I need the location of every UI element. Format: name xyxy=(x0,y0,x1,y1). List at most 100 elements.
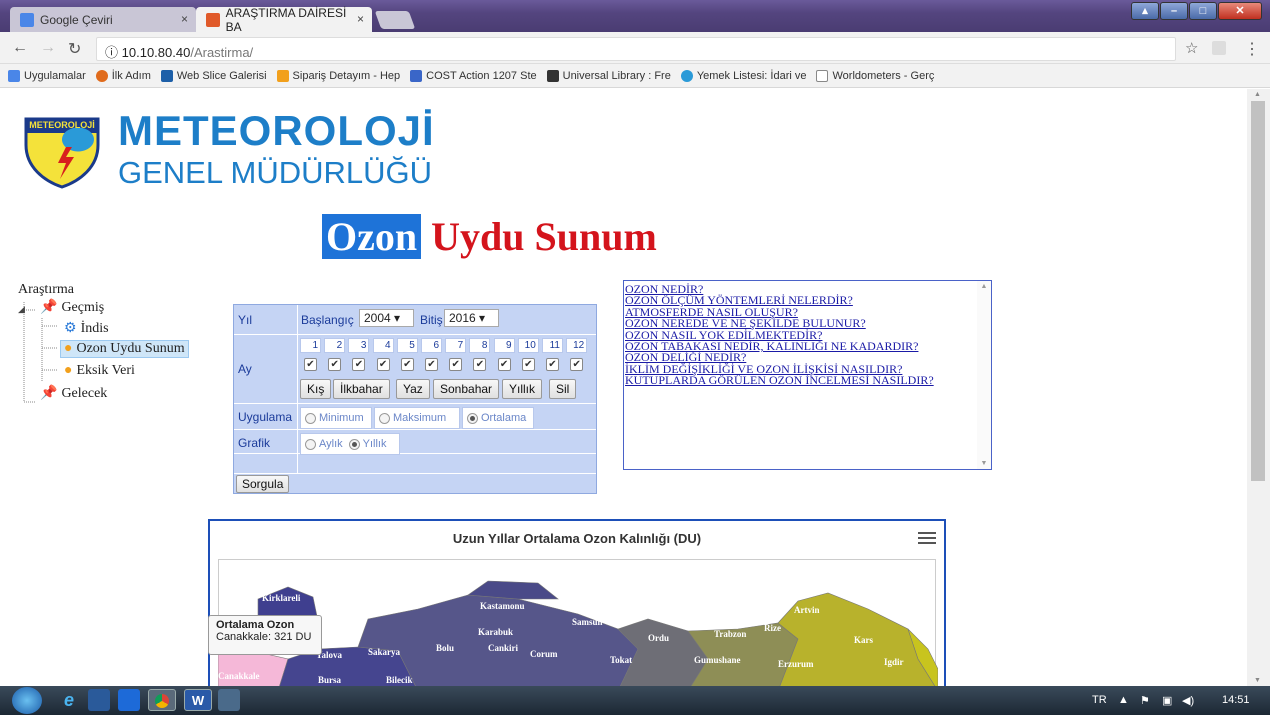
tree-item-gelecek[interactable]: 📌 Gelecek xyxy=(40,385,107,402)
close-window-button[interactable]: ✕ xyxy=(1218,2,1262,20)
province-label: Rize xyxy=(764,623,781,633)
option-minimum[interactable]: Minimum xyxy=(300,407,372,429)
menu-dots-icon[interactable]: ⋮ xyxy=(1244,39,1260,59)
bookmark-item[interactable]: Worldometers - Gerç xyxy=(816,69,934,82)
close-tab-icon[interactable]: × xyxy=(357,12,364,26)
tab-arastirma[interactable]: ARAŞTIRMA DAİRESİ BA × xyxy=(196,6,372,34)
clock[interactable]: 14:51 xyxy=(1222,694,1250,706)
month-checkbox[interactable]: ✔ xyxy=(352,358,366,371)
volume-icon[interactable]: ◀) xyxy=(1182,694,1194,707)
month-checkbox[interactable]: ✔ xyxy=(400,358,414,371)
month-checkbox[interactable]: ✔ xyxy=(449,358,463,371)
tree-root[interactable]: Araştırma xyxy=(18,282,74,298)
file-explorer-icon[interactable] xyxy=(88,689,110,711)
bookmark-item[interactable]: Web Slice Galerisi xyxy=(160,69,267,82)
option-yillik[interactable]: Yıllık xyxy=(348,438,386,450)
bookmark-item[interactable]: Yemek Listesi: İdari ve xyxy=(680,69,806,82)
hb-icon xyxy=(276,69,289,82)
season-button[interactable]: Yıllık xyxy=(502,379,543,399)
info-icon[interactable]: ⓘ xyxy=(105,45,118,60)
tray-expand-icon[interactable]: ▲ xyxy=(1118,694,1129,706)
new-tab-button[interactable] xyxy=(374,11,416,29)
season-button[interactable]: Kış xyxy=(300,379,332,399)
bookmark-item[interactable]: İlk Adım xyxy=(95,69,151,82)
maximize-button[interactable]: □ xyxy=(1189,2,1217,20)
svg-text:◢: ◢ xyxy=(18,304,25,314)
internet-explorer-icon[interactable]: e xyxy=(58,689,80,711)
tree-item-eksik-veri[interactable]: ● Eksik Veri xyxy=(64,363,135,379)
chart-menu-icon[interactable] xyxy=(918,529,936,545)
month-checkbox[interactable]: ✔ xyxy=(473,358,487,371)
web-slice-icon xyxy=(160,69,173,82)
tab-google-translate[interactable]: Google Çeviri × xyxy=(10,7,196,32)
org-name: METEOROLOJİ xyxy=(118,107,435,154)
close-tab-icon[interactable]: × xyxy=(181,12,188,26)
graph-label: Grafik xyxy=(238,436,271,450)
tree-item-indis[interactable]: ⚙ İndis xyxy=(64,320,109,337)
province-label: Kars xyxy=(854,635,873,645)
scroll-up-icon[interactable]: ▲ xyxy=(977,283,991,290)
minimize-button[interactable]: – xyxy=(1160,2,1188,20)
start-year-select[interactable]: 2004 ▾ xyxy=(359,309,414,327)
page-content: METEOROLOJİ METEOROLOJİ GENEL MÜDÜRLÜĞÜ … xyxy=(0,89,1247,686)
query-button[interactable]: Sorgula xyxy=(236,475,290,493)
media-player-icon[interactable] xyxy=(118,689,140,711)
option-ortalama[interactable]: Ortalama xyxy=(462,407,534,429)
month-checkbox[interactable]: ✔ xyxy=(521,358,535,371)
season-button[interactable]: Sonbahar xyxy=(433,379,500,399)
word-icon[interactable]: W xyxy=(184,689,212,711)
province-label: Igdir xyxy=(884,657,904,667)
start-button[interactable] xyxy=(12,687,42,714)
month-checkbox[interactable]: ✔ xyxy=(425,358,438,371)
season-button[interactable]: Sil xyxy=(549,379,577,399)
page-title: Ozon Uydu Sunum xyxy=(322,213,657,260)
option-maksimum[interactable]: Maksimum xyxy=(374,407,460,429)
bookmark-item[interactable]: Uygulamalar xyxy=(8,69,86,82)
bookmark-star-icon[interactable]: ☆ xyxy=(1185,39,1198,57)
option-aylik[interactable]: Aylık xyxy=(305,438,343,450)
tree-item-gecmis[interactable]: 📌 Geçmiş xyxy=(40,299,104,316)
faq-link[interactable]: KUTUPLARDA GÖRÜLEN OZON İNCELMESİ NASILD… xyxy=(625,374,991,386)
month-checkbox[interactable]: ✔ xyxy=(376,358,390,371)
province-region[interactable] xyxy=(467,580,559,600)
season-button[interactable]: Yaz xyxy=(396,379,430,399)
user-icon[interactable]: ▴ xyxy=(1131,2,1159,20)
radio-icon xyxy=(379,412,390,424)
action-center-flag-icon[interactable]: ⚑ xyxy=(1140,694,1150,707)
address-bar[interactable]: ⓘ 10.10.80.40/Arastirma/ xyxy=(96,37,1176,61)
tree-item-ozon-uydu-sunum[interactable]: ● Ozon Uydu Sunum xyxy=(60,340,189,358)
extension-icon[interactable] xyxy=(1212,41,1226,55)
bookmark-item[interactable]: COST Action 1207 Ste xyxy=(410,69,537,82)
chrome-icon[interactable] xyxy=(148,689,176,711)
scrollbar[interactable]: ▲ ▼ xyxy=(977,281,991,469)
season-button[interactable]: İlkbahar xyxy=(333,379,390,399)
province-label: Artvin xyxy=(794,605,820,615)
forward-arrow-icon[interactable]: → xyxy=(40,39,56,57)
bookmark-item[interactable]: Universal Library : Fre xyxy=(546,69,671,82)
scroll-up-icon[interactable]: ▲ xyxy=(1254,91,1261,98)
graph-options: Aylık Yıllık xyxy=(300,433,400,455)
month-checkbox[interactable]: ✔ xyxy=(546,358,559,371)
province-label: Trabzon xyxy=(714,629,746,639)
remote-desktop-icon[interactable] xyxy=(218,689,240,711)
month-number: 4 xyxy=(372,338,394,353)
title-highlight: Ozon xyxy=(322,214,422,259)
pin-icon: 📌 xyxy=(40,386,58,401)
reload-icon[interactable]: ↻ xyxy=(68,39,81,59)
month-checkbox[interactable]: ✔ xyxy=(497,358,511,371)
back-arrow-icon[interactable]: ← xyxy=(12,39,28,57)
month-checkbox[interactable]: ✔ xyxy=(328,358,342,371)
month-number: 11 xyxy=(542,338,563,353)
month-checkbox[interactable]: ✔ xyxy=(570,358,584,371)
scroll-down-icon[interactable]: ▼ xyxy=(1254,677,1261,684)
month-checkbox[interactable]: ✔ xyxy=(304,358,317,371)
network-icon[interactable]: ▣ xyxy=(1162,694,1172,707)
scroll-down-icon[interactable]: ▼ xyxy=(977,460,991,467)
bookmark-item[interactable]: Sipariş Detayım - Hep xyxy=(276,69,400,82)
cost-icon xyxy=(410,69,423,82)
page-scrollbar[interactable]: ▲ ▼ xyxy=(1247,89,1270,686)
browser-titlebar: Google Çeviri × ARAŞTIRMA DAİRESİ BA × ▴… xyxy=(0,0,1270,34)
scrollbar-thumb[interactable] xyxy=(1251,101,1265,481)
language-indicator[interactable]: TR xyxy=(1092,694,1107,706)
end-year-select[interactable]: 2016 ▾ xyxy=(444,309,499,327)
